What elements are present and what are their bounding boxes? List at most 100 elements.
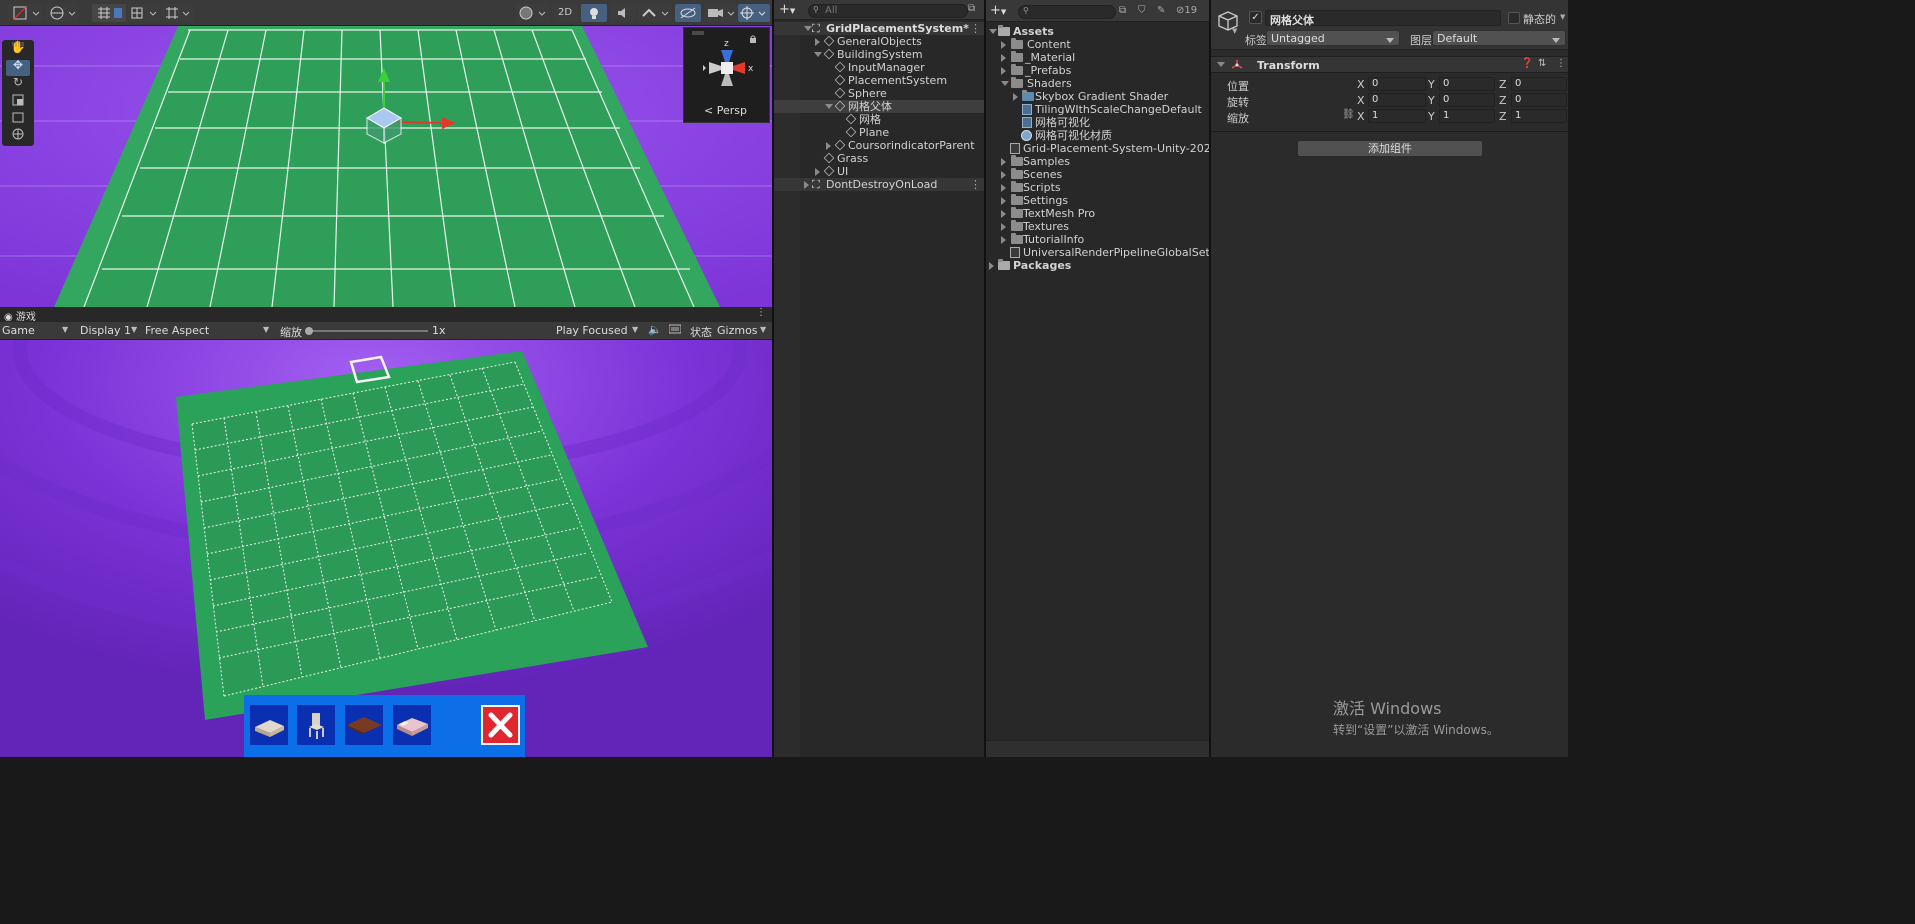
expand-arrow-icon[interactable] xyxy=(804,181,809,189)
mute-audio-icon[interactable]: 🔈 xyxy=(648,323,662,336)
expand-arrow-icon[interactable] xyxy=(1001,197,1006,205)
expand-arrow-icon[interactable] xyxy=(1001,54,1006,62)
expand-arrow-icon[interactable] xyxy=(1001,184,1006,192)
rotation-z-field[interactable]: 0 xyxy=(1511,93,1567,107)
rect-tool-icon[interactable] xyxy=(10,110,26,125)
project-item-tiling-shader[interactable]: TilingWIthScaleChangeDefault xyxy=(986,103,1209,116)
collapse-arrow-icon[interactable] xyxy=(1217,62,1225,67)
project-item-shaders[interactable]: Shaders xyxy=(986,77,1209,90)
expand-arrow-icon[interactable] xyxy=(989,262,994,270)
perspective-label[interactable]: < Persp xyxy=(704,104,747,117)
project-item-settings[interactable]: Settings xyxy=(986,194,1209,207)
scale-z-field[interactable]: 1 xyxy=(1511,109,1567,123)
project-item-scenes[interactable]: Scenes xyxy=(986,168,1209,181)
project-search-field[interactable]: ⚲ xyxy=(1018,5,1116,19)
expand-arrow-icon[interactable] xyxy=(1001,81,1009,86)
shading-mode-button[interactable] xyxy=(516,4,550,22)
camera-settings-button[interactable] xyxy=(704,4,738,22)
play-focused-dropdown[interactable]: Play Focused xyxy=(556,324,628,337)
hierarchy-item-sphere[interactable]: Sphere xyxy=(774,87,984,100)
expand-arrow-icon[interactable] xyxy=(1001,158,1006,166)
scale-y-field[interactable]: 1 xyxy=(1439,109,1495,123)
transform-component-header[interactable]: Transform ❓ ⇅ ⋮ xyxy=(1211,56,1568,73)
help-icon[interactable]: ❓ xyxy=(1521,58,1533,69)
expand-arrow-icon[interactable] xyxy=(1001,223,1006,231)
scale-tool-icon[interactable] xyxy=(10,93,26,108)
layer-dropdown[interactable]: Default xyxy=(1432,30,1566,46)
project-item-packages[interactable]: Packages xyxy=(986,259,1209,272)
search-by-label-icon[interactable]: ⛉ xyxy=(1138,5,1146,16)
component-menu-icon[interactable]: ⋮ xyxy=(1556,58,1566,69)
hand-tool-icon[interactable]: ✋ xyxy=(10,40,26,55)
project-add-button[interactable]: +▼ xyxy=(990,4,1006,19)
hierarchy-item-plane[interactable]: Plane xyxy=(774,126,984,139)
expand-arrow-icon[interactable] xyxy=(815,38,820,46)
hierarchy-item-cursor-indicator-parent[interactable]: CoursorindicatorParent xyxy=(774,139,984,152)
search-by-type-icon[interactable]: ⧉ xyxy=(1119,5,1126,16)
saved-search-icon[interactable]: ✎ xyxy=(1157,5,1165,16)
audio-toggle[interactable] xyxy=(610,4,636,22)
scene-menu-icon[interactable]: ⋮ xyxy=(970,22,981,35)
hierarchy-item-dontdestroyonload[interactable]: ⛶ DontDestroyOnLoad ⋮ xyxy=(774,178,984,191)
game-tab-menu-icon[interactable]: ⋮ xyxy=(756,307,766,318)
grid-snap-toggle[interactable] xyxy=(92,4,126,22)
scene-visibility-toggle[interactable] xyxy=(675,4,701,22)
hierarchy-item-scene[interactable]: ⛶ GridPlacementSystem* ⋮ xyxy=(774,22,984,35)
project-item-skybox-gradient-shader[interactable]: Skybox Gradient Shader xyxy=(986,90,1209,103)
expand-arrow-icon[interactable] xyxy=(1001,41,1006,49)
expand-arrow-icon[interactable] xyxy=(1001,67,1006,75)
project-item-assets[interactable]: Assets xyxy=(986,25,1209,38)
draw-mode-button[interactable] xyxy=(8,4,42,22)
static-dropdown-arrow-icon[interactable]: ▼ xyxy=(1560,13,1565,21)
project-item-content[interactable]: Content xyxy=(986,38,1209,51)
expand-arrow-icon[interactable] xyxy=(826,142,831,150)
display-dropdown[interactable]: Display 1 xyxy=(80,324,131,337)
hierarchy-add-button[interactable]: +▼ xyxy=(779,3,795,18)
hierarchy-item-buildingsystem[interactable]: BuildingSystem xyxy=(774,48,984,61)
mode-2d-button[interactable]: 2D xyxy=(553,4,577,22)
project-item-prefabs[interactable]: _Prefabs xyxy=(986,64,1209,77)
expand-arrow-icon[interactable] xyxy=(814,52,822,57)
expand-arrow-icon[interactable] xyxy=(1001,210,1006,218)
scale-slider-handle[interactable] xyxy=(305,327,313,335)
scale-x-field[interactable]: 1 xyxy=(1368,109,1426,123)
cancel-build-button[interactable] xyxy=(481,705,520,745)
transform-tool-icon[interactable] xyxy=(10,127,26,142)
gizmos-button[interactable] xyxy=(738,4,770,22)
scene-menu-icon[interactable]: ⋮ xyxy=(970,178,981,191)
icon-dropdown-arrow-icon[interactable]: ▼ xyxy=(1232,27,1237,35)
hierarchy-item-grid[interactable]: 网格 xyxy=(774,113,984,126)
hierarchy-item-generalobjects[interactable]: GeneralObjects xyxy=(774,35,984,48)
project-item-scripts[interactable]: Scripts xyxy=(986,181,1209,194)
project-item-grid-visualization[interactable]: 网格可视化 xyxy=(986,116,1209,129)
effects-toggle[interactable] xyxy=(638,4,672,22)
add-component-button[interactable]: 添加组件 xyxy=(1297,140,1483,157)
project-item-samples[interactable]: Samples xyxy=(986,155,1209,168)
hierarchy-item-ui[interactable]: UI xyxy=(774,165,984,178)
project-item-tutorialinfo[interactable]: TutorialInfo xyxy=(986,233,1209,246)
game-viewport[interactable] xyxy=(0,340,772,757)
rotation-x-field[interactable]: 0 xyxy=(1368,93,1426,107)
expand-arrow-icon[interactable] xyxy=(1001,236,1006,244)
gizmos-dropdown[interactable]: Gizmos xyxy=(717,324,758,337)
position-z-field[interactable]: 0 xyxy=(1511,77,1567,91)
expand-arrow-icon[interactable] xyxy=(1013,93,1018,101)
bed-build-button[interactable] xyxy=(250,705,288,745)
grid-axis-toggle[interactable] xyxy=(162,4,194,22)
project-item-grid-visualization-material[interactable]: 网格可视化材质 xyxy=(986,129,1209,142)
project-item-textmesh-pro[interactable]: TextMesh Pro xyxy=(986,207,1209,220)
constrain-proportions-icon[interactable]: ⛓ xyxy=(1342,109,1355,120)
hierarchy-search-options-icon[interactable]: ⧉ xyxy=(968,3,975,14)
position-x-field[interactable]: 0 xyxy=(1368,77,1426,91)
project-item-grid-placement-package[interactable]: Grid-Placement-System-Unity-2022-ma xyxy=(986,142,1209,155)
static-checkbox[interactable] xyxy=(1508,12,1520,24)
game-dropdown[interactable]: Game xyxy=(2,324,70,338)
preset-icon[interactable]: ⇅ xyxy=(1538,58,1546,69)
rotation-y-field[interactable]: 0 xyxy=(1439,93,1495,107)
expand-arrow-icon[interactable] xyxy=(825,104,833,109)
project-item-textures[interactable]: Textures xyxy=(986,220,1209,233)
expand-arrow-icon[interactable] xyxy=(1001,171,1006,179)
globe-toggle[interactable] xyxy=(46,4,78,22)
aspect-dropdown[interactable]: Free Aspect xyxy=(145,324,209,337)
move-tool-icon[interactable]: ✥ xyxy=(10,58,26,73)
